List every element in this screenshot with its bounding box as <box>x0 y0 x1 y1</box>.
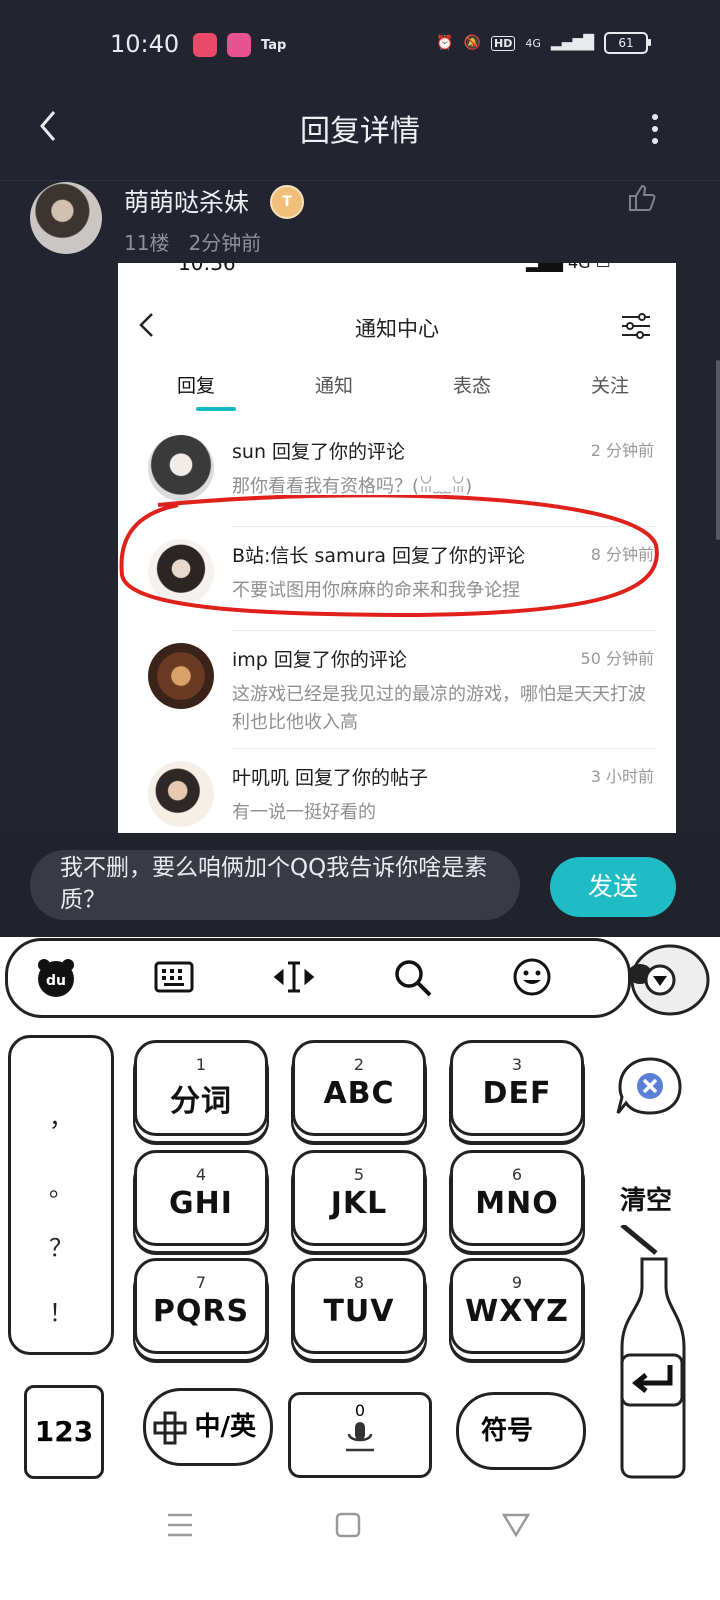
list-item-title: 叶叽叽 回复了你的帖子 <box>232 767 429 789</box>
back-nav-icon[interactable] <box>496 1505 536 1545</box>
level-badge: T <box>270 185 304 219</box>
space-key[interactable]: 0 <box>288 1392 432 1478</box>
list-item-time: 2 分钟前 <box>590 441 654 460</box>
status-app-icons: Tap <box>193 33 286 57</box>
collapse-icon[interactable] <box>610 940 710 1020</box>
signal-icon: ▂▄▆█ <box>550 35 594 51</box>
header-divider <box>0 180 720 181</box>
punct-exclaim[interactable]: ！ <box>11 1293 111 1328</box>
key-3[interactable]: 3 DEF <box>450 1040 584 1136</box>
numeric-key[interactable]: 123 <box>24 1385 104 1479</box>
list-item: imp 回复了你的评论 50 分钟前 这游戏已经是我见过的最凉的游戏，哪怕是天天… <box>118 631 676 749</box>
alarm-icon: ⏰ <box>436 35 454 51</box>
avatar[interactable] <box>30 182 102 254</box>
list-item-avatar <box>148 761 214 827</box>
scrollbar[interactable] <box>716 360 720 540</box>
menu-icon[interactable] <box>160 1505 200 1545</box>
home-icon[interactable] <box>328 1505 368 1545</box>
key-4[interactable]: 4 GHI <box>134 1150 268 1246</box>
shot-status-net: ▂▄▆ 4G ▭ <box>526 263 611 272</box>
bilibili-app-icon <box>227 33 251 57</box>
comment-meta: 11楼 2分钟前 <box>124 227 261 256</box>
list-item-time: 3 小时前 <box>590 767 654 786</box>
shot-tab: 通知 <box>314 375 353 397</box>
reply-input-text[interactable]: 我不删，要么咱俩加个QQ我告诉你啥是素质？ <box>60 852 500 916</box>
hd-icon: HD <box>491 35 516 51</box>
microphone-icon[interactable] <box>340 1420 380 1456</box>
recorder-app-icon <box>193 33 217 57</box>
comment-time: 2分钟前 <box>188 231 262 255</box>
red-highlight-circle <box>119 495 659 618</box>
list-item-time: 50 分钟前 <box>580 649 654 668</box>
gamepad-icon <box>153 1411 187 1445</box>
shot-tab: 表态 <box>452 375 491 397</box>
enter-icon[interactable] <box>612 1225 692 1480</box>
more-icon[interactable] <box>650 112 660 146</box>
list-item: 叶叽叽 回复了你的帖子 3 小时前 有一说一挺好看的 <box>118 749 676 833</box>
shot-tab: 回复 <box>176 375 215 397</box>
status-time: 10:40 <box>110 30 180 58</box>
page-title: 回复详情 <box>300 114 420 149</box>
punctuation-column[interactable]: ， 。 ？ ！ <box>8 1035 114 1355</box>
space-number: 0 <box>354 1401 366 1420</box>
battery-level: 61 <box>618 36 634 50</box>
key-6[interactable]: 6 MNO <box>450 1150 584 1246</box>
battery-icon: 61 <box>604 32 651 54</box>
key-5[interactable]: 5 JKL <box>292 1150 426 1246</box>
comment-username[interactable]: 萌萌哒杀妹 <box>124 183 249 219</box>
key-2[interactable]: 2 ABC <box>292 1040 426 1136</box>
network-label: 4G <box>525 36 541 50</box>
list-item-title: imp 回复了你的评论 <box>232 649 407 671</box>
symbol-key[interactable]: 符号 <box>456 1392 586 1470</box>
cursor-icon[interactable] <box>272 955 316 999</box>
shot-filter-icon <box>622 313 650 339</box>
key-8[interactable]: 8 TUV <box>292 1258 426 1354</box>
status-indicators: ⏰ 🔕 HD 4G ▂▄▆█ 61 <box>436 32 651 54</box>
punct-comma[interactable]: ， <box>11 1098 111 1133</box>
key-7[interactable]: 7 PQRS <box>134 1258 268 1354</box>
search-icon[interactable] <box>390 955 434 999</box>
attached-screenshot[interactable]: 10:36 ▂▄▆ 4G ▭ 通知中心 回复 通知 表态 关注 sun 回复了你… <box>118 263 676 833</box>
thumbs-up-icon[interactable] <box>626 182 658 214</box>
list-item-avatar <box>148 435 214 501</box>
keyboard-icon[interactable] <box>152 955 196 999</box>
tap-app-label: Tap <box>261 37 287 53</box>
send-button[interactable]: 发送 <box>550 857 676 917</box>
list-item-content: 有一说一挺好看的 <box>232 802 376 823</box>
svg-text:du: du <box>46 973 66 989</box>
list-item-avatar <box>148 643 214 709</box>
emoji-icon[interactable] <box>510 955 554 999</box>
shot-title: 通知中心 <box>355 317 439 341</box>
shot-tab-indicator <box>196 407 236 411</box>
key-9[interactable]: 9 WXYZ <box>450 1258 584 1354</box>
shot-tab: 关注 <box>590 375 629 397</box>
clear-button[interactable]: 清空 <box>620 1180 672 1217</box>
punct-question[interactable]: ？ <box>11 1228 111 1263</box>
shot-status-time: 10:36 <box>178 263 236 275</box>
mute-icon: 🔕 <box>463 35 482 51</box>
delete-icon[interactable] <box>616 1055 684 1119</box>
shot-tabs: 回复 通知 表态 关注 <box>118 371 676 398</box>
key-1[interactable]: 1 分词 <box>134 1040 268 1136</box>
list-item-title: sun 回复了你的评论 <box>232 441 406 463</box>
punct-period[interactable]: 。 <box>11 1168 111 1203</box>
comment-floor: 11楼 <box>124 231 170 255</box>
list-item-content: 这游戏已经是我见过的最凉的游戏，哪怕是天天打波利也比他收入高 <box>232 684 646 733</box>
du-logo-icon[interactable]: du <box>34 955 78 999</box>
